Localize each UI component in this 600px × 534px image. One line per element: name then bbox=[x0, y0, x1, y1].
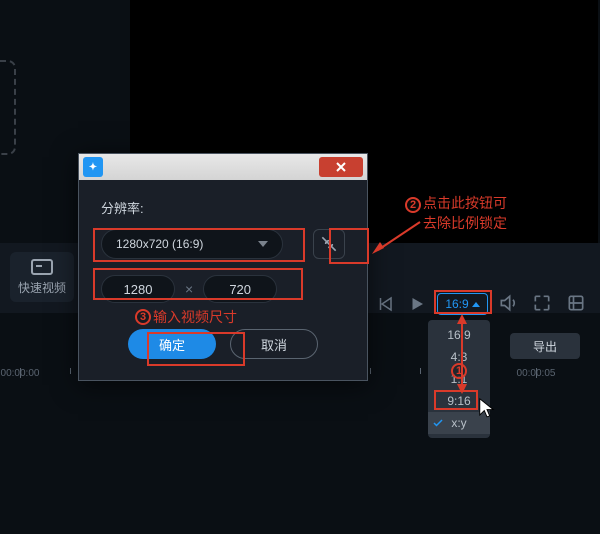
chevron-down-icon bbox=[258, 241, 268, 247]
annotation-number-3: 3 bbox=[135, 309, 151, 325]
export-label: 导出 bbox=[533, 338, 557, 355]
link-broken-icon bbox=[319, 234, 339, 254]
lock-aspect-button[interactable] bbox=[313, 229, 345, 259]
aspect-ratio-menu: 16:9 4:3 1:1 9:16 x:y bbox=[428, 320, 490, 438]
resolution-dialog: ✦ 分辨率: 1280x720 (16:9) 1280 × 720 bbox=[78, 153, 368, 381]
playback-controls bbox=[376, 295, 426, 313]
quick-video-icon bbox=[31, 259, 53, 275]
quick-video-label: 快速视频 bbox=[18, 279, 66, 296]
dialog-titlebar[interactable]: ✦ bbox=[79, 154, 367, 180]
app-logo-icon: ✦ bbox=[83, 157, 103, 177]
annotation-text-2: 点击此按钮可去除比例锁定 bbox=[423, 194, 507, 233]
resolution-label: 分辨率: bbox=[101, 198, 345, 217]
prev-frame-icon[interactable] bbox=[376, 295, 394, 313]
chevron-up-icon bbox=[472, 302, 480, 307]
quick-video-button[interactable]: 快速视频 bbox=[10, 252, 74, 302]
aspect-option-16-9[interactable]: 16:9 bbox=[428, 324, 490, 346]
close-icon bbox=[335, 161, 347, 173]
right-controls bbox=[498, 293, 586, 313]
ruler-label: 00:00:00 bbox=[1, 368, 40, 379]
multiply-icon: × bbox=[181, 281, 197, 297]
aspect-ratio-label: 16:9 bbox=[445, 297, 468, 311]
annotation-number-1: 1 bbox=[451, 363, 467, 379]
height-input[interactable]: 720 bbox=[203, 275, 277, 303]
ok-button[interactable]: 确定 bbox=[128, 329, 216, 359]
play-icon[interactable] bbox=[408, 295, 426, 313]
settings-icon[interactable] bbox=[566, 293, 586, 313]
drop-zone-edge bbox=[0, 60, 16, 155]
export-button[interactable]: 导出 bbox=[510, 333, 580, 359]
check-icon bbox=[432, 417, 444, 429]
ruler-label: 00:00:05 bbox=[517, 368, 556, 379]
close-button[interactable] bbox=[319, 157, 363, 177]
resolution-preset-select[interactable]: 1280x720 (16:9) bbox=[101, 229, 283, 259]
resolution-preset-value: 1280x720 (16:9) bbox=[116, 237, 203, 251]
annotation-number-2: 2 bbox=[405, 197, 421, 213]
size-inputs-row: 1280 × 720 bbox=[101, 275, 345, 303]
aspect-ratio-button[interactable]: 16:9 bbox=[437, 293, 488, 315]
cancel-button[interactable]: 取消 bbox=[230, 329, 318, 359]
width-input[interactable]: 1280 bbox=[101, 275, 175, 303]
volume-icon[interactable] bbox=[498, 293, 518, 313]
cursor-icon bbox=[478, 397, 496, 419]
fullscreen-icon[interactable] bbox=[532, 293, 552, 313]
annotation-text-3: 输入视频尺寸 bbox=[153, 308, 237, 328]
